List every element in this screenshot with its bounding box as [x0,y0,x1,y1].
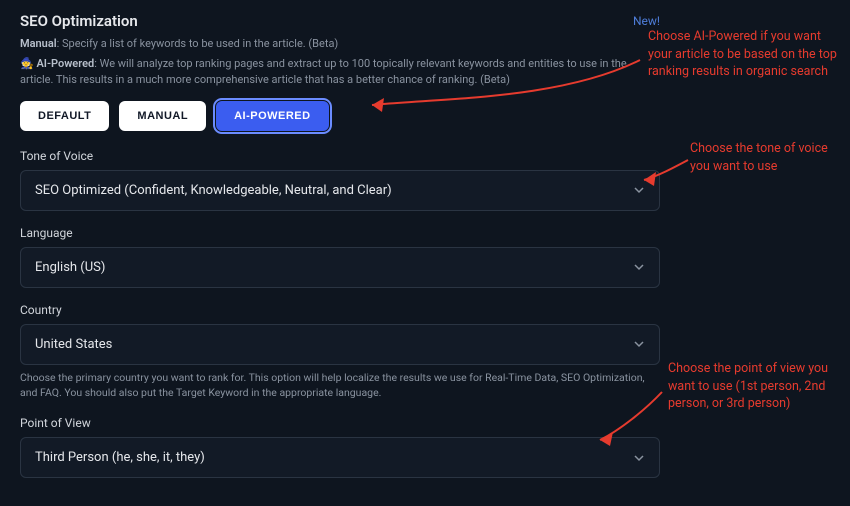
country-label: Country [20,303,660,317]
ai-description: 🧙 AI-Powered: We will analyze top rankin… [20,56,660,89]
mode-button-row: DEFAULT MANUAL AI-POWERED [20,101,660,131]
tone-value: SEO Optimized (Confident, Knowledgeable,… [35,183,392,198]
language-label: Language [20,226,660,240]
tone-select[interactable]: SEO Optimized (Confident, Knowledgeable,… [20,170,660,211]
tone-field: Tone of Voice SEO Optimized (Confident, … [20,149,660,211]
annotation-ai: Choose AI-Powered if you want your artic… [648,28,843,81]
chevron-down-icon [633,261,645,273]
section-title: SEO Optimization [20,12,138,30]
default-button[interactable]: DEFAULT [20,101,109,131]
manual-button[interactable]: MANUAL [119,101,206,131]
pov-label: Point of View [20,416,660,430]
country-select[interactable]: United States [20,324,660,365]
header-row: SEO Optimization New! [20,12,660,30]
manual-strong: Manual [20,37,57,50]
wizard-icon: 🧙 [20,57,34,70]
pov-value: Third Person (he, she, it, they) [35,450,205,465]
ai-text: : We will analyze top ranking pages and … [20,57,627,87]
chevron-down-icon [633,184,645,196]
annotation-tone: Choose the tone of voice you want to use [690,140,840,175]
ai-powered-button[interactable]: AI-POWERED [216,101,329,131]
pov-select[interactable]: Third Person (he, she, it, they) [20,437,660,478]
language-value: English (US) [35,260,105,275]
manual-text: : Specify a list of keywords to be used … [57,37,339,50]
manual-description: Manual: Specify a list of keywords to be… [20,36,660,53]
seo-optimization-panel: SEO Optimization New! Manual: Specify a … [20,12,660,493]
tone-label: Tone of Voice [20,149,660,163]
country-field: Country United States Choose the primary… [20,303,660,402]
new-badge: New! [633,14,660,28]
language-select[interactable]: English (US) [20,247,660,288]
country-value: United States [35,337,112,352]
chevron-down-icon [633,452,645,464]
annotation-pov: Choose the point of view you want to use… [668,360,843,413]
pov-field: Point of View Third Person (he, she, it,… [20,416,660,478]
chevron-down-icon [633,338,645,350]
ai-strong: AI-Powered [36,57,94,70]
country-helper: Choose the primary country you want to r… [20,370,660,402]
language-field: Language English (US) [20,226,660,288]
